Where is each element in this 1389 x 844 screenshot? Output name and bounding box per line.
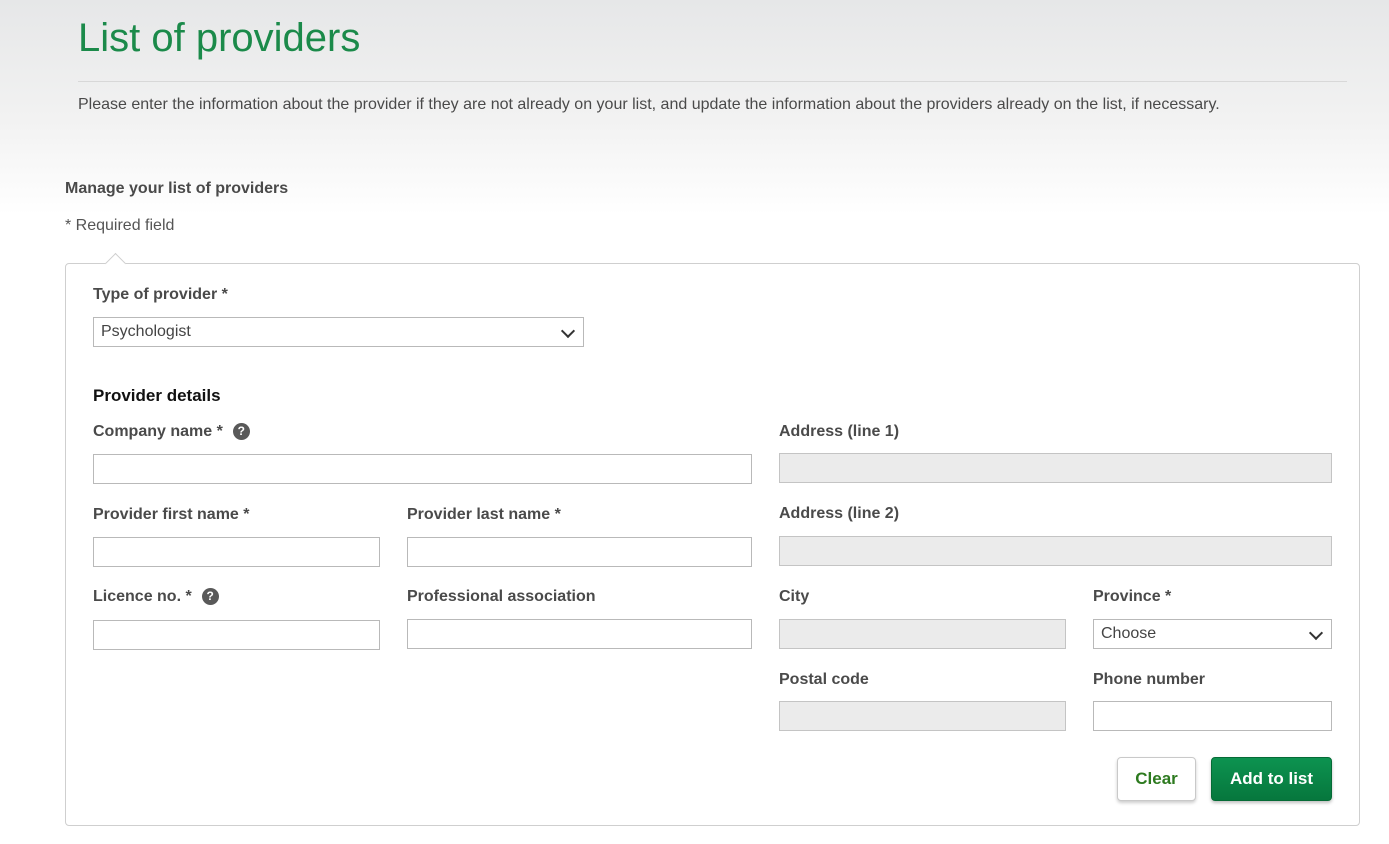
title-divider — [78, 81, 1347, 82]
add-to-list-button[interactable]: Add to list — [1211, 757, 1332, 801]
licence-no-input[interactable] — [93, 620, 380, 650]
province-value: Choose — [1101, 625, 1157, 642]
licence-no-label-text: Licence no. * — [93, 588, 192, 605]
required-field-note: * Required field — [65, 217, 175, 234]
postal-code-input — [779, 701, 1066, 731]
first-name-input[interactable] — [93, 537, 380, 567]
help-icon[interactable]: ? — [232, 423, 250, 440]
city-label: City — [779, 588, 810, 605]
chevron-down-icon — [560, 323, 576, 339]
postal-code-label: Postal code — [779, 671, 869, 688]
address-line2-input — [779, 536, 1332, 566]
address-line1-label: Address (line 1) — [779, 423, 900, 440]
address-line2-label: Address (line 2) — [779, 505, 900, 522]
last-name-label: Provider last name * — [407, 506, 561, 523]
type-of-provider-select[interactable]: Psychologist — [93, 317, 584, 347]
address-line1-input — [779, 453, 1332, 483]
city-input — [779, 619, 1066, 649]
clear-button[interactable]: Clear — [1117, 757, 1196, 801]
help-icon[interactable]: ? — [201, 588, 219, 605]
first-name-label: Provider first name * — [93, 506, 250, 523]
section-title: Manage your list of providers — [65, 180, 289, 197]
licence-no-label: Licence no. *? — [93, 588, 219, 606]
province-select[interactable]: Choose — [1093, 619, 1332, 649]
intro-text: Please enter the information about the p… — [78, 96, 1220, 113]
company-name-input[interactable] — [93, 454, 752, 484]
type-of-provider-value: Psychologist — [101, 323, 191, 340]
page-title: List of providers — [78, 16, 361, 60]
phone-number-input[interactable] — [1093, 701, 1332, 731]
type-of-provider-label: Type of provider * — [93, 286, 228, 303]
professional-association-input[interactable] — [407, 619, 752, 649]
province-label: Province * — [1093, 588, 1172, 605]
professional-association-label: Professional association — [407, 588, 596, 605]
phone-number-label: Phone number — [1093, 671, 1206, 688]
company-name-label-text: Company name * — [93, 423, 223, 440]
company-name-label: Company name *? — [93, 423, 250, 441]
last-name-input[interactable] — [407, 537, 752, 567]
provider-details-heading: Provider details — [93, 386, 221, 405]
chevron-down-icon — [1308, 625, 1324, 641]
